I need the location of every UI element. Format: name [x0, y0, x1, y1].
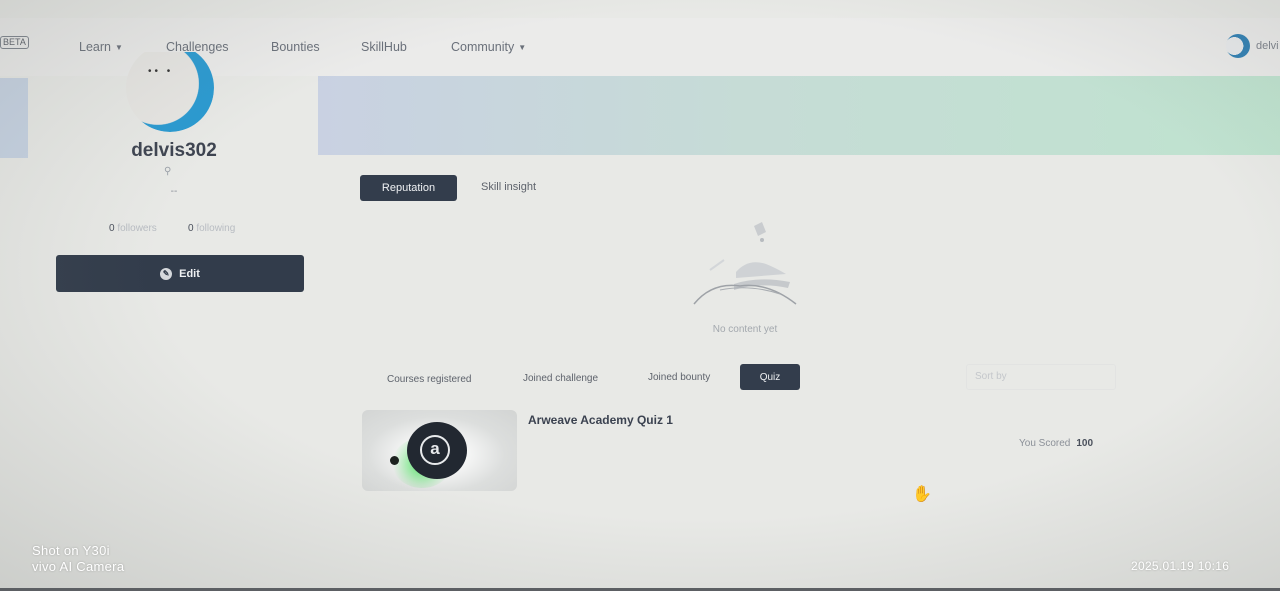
chevron-down-icon: ▼: [114, 43, 123, 52]
camera-watermark-line2: vivo AI Camera: [32, 559, 125, 574]
camera-watermark-datetime: 2025.01.19 10:16: [1131, 559, 1230, 573]
profile-banner: [318, 76, 1280, 155]
profile-card: •• • delvis302 ⚲ -- 0 followers 0 follow…: [30, 52, 318, 336]
nav-username[interactable]: delvi: [1256, 40, 1279, 52]
nav-community-label: Community: [451, 40, 515, 54]
tab-quiz[interactable]: Quiz: [740, 364, 800, 390]
profile-location: --: [170, 186, 178, 197]
sort-by-select[interactable]: Sort by: [966, 364, 1116, 390]
nav-learn[interactable]: Learn ▼: [79, 40, 123, 54]
hand-cursor-icon: ✋: [912, 486, 932, 503]
chevron-down-icon: ▼: [518, 43, 527, 52]
followers-link[interactable]: 0 followers: [109, 223, 157, 234]
score-value: 100: [1076, 438, 1094, 449]
tab-skill-insight[interactable]: Skill insight: [481, 181, 536, 193]
quiz-score: You Scored 100: [1019, 438, 1093, 449]
profile-username: delvis302: [131, 140, 217, 161]
quiz-thumbnail[interactable]: a: [362, 410, 517, 491]
camera-watermark-line1: Shot on Y30i: [32, 543, 110, 558]
profile-banner-left: [0, 78, 28, 158]
nav-learn-label: Learn: [79, 40, 111, 54]
tab-reputation[interactable]: Reputation: [360, 175, 457, 201]
edit-label: Edit: [179, 267, 200, 280]
thumbnail-dot: [390, 456, 399, 465]
nav-bounties[interactable]: Bounties: [271, 40, 320, 54]
followers-label: followers: [117, 223, 157, 234]
empty-box-illustration: [693, 222, 797, 305]
tab-courses-registered[interactable]: Courses registered: [387, 374, 471, 385]
empty-state-text: No content yet: [712, 324, 778, 335]
beta-badge: BETA: [0, 36, 29, 49]
location-pin-icon: ⚲: [164, 166, 172, 177]
tab-joined-challenge[interactable]: Joined challenge: [523, 373, 598, 384]
nav-skillhub[interactable]: SkillHub: [361, 40, 407, 54]
following-label: following: [196, 223, 236, 234]
followers-count: 0: [109, 223, 115, 234]
following-link[interactable]: 0 following: [188, 223, 235, 234]
tab-joined-bounty[interactable]: Joined bounty: [648, 372, 710, 383]
edit-pen-icon: ✎: [160, 267, 173, 280]
arweave-logo-letter: a: [420, 435, 450, 465]
avatar-image: [126, 52, 214, 132]
quiz-title[interactable]: Arweave Academy Quiz 1: [528, 413, 673, 427]
avatar-face-icon: •• •: [148, 66, 174, 77]
user-avatar[interactable]: [1226, 34, 1250, 58]
score-label: You Scored: [1019, 438, 1071, 449]
edit-profile-button[interactable]: ✎ Edit: [56, 255, 304, 292]
following-count: 0: [188, 223, 194, 234]
nav-community[interactable]: Community ▼: [451, 40, 526, 54]
profile-avatar: •• •: [126, 52, 214, 132]
